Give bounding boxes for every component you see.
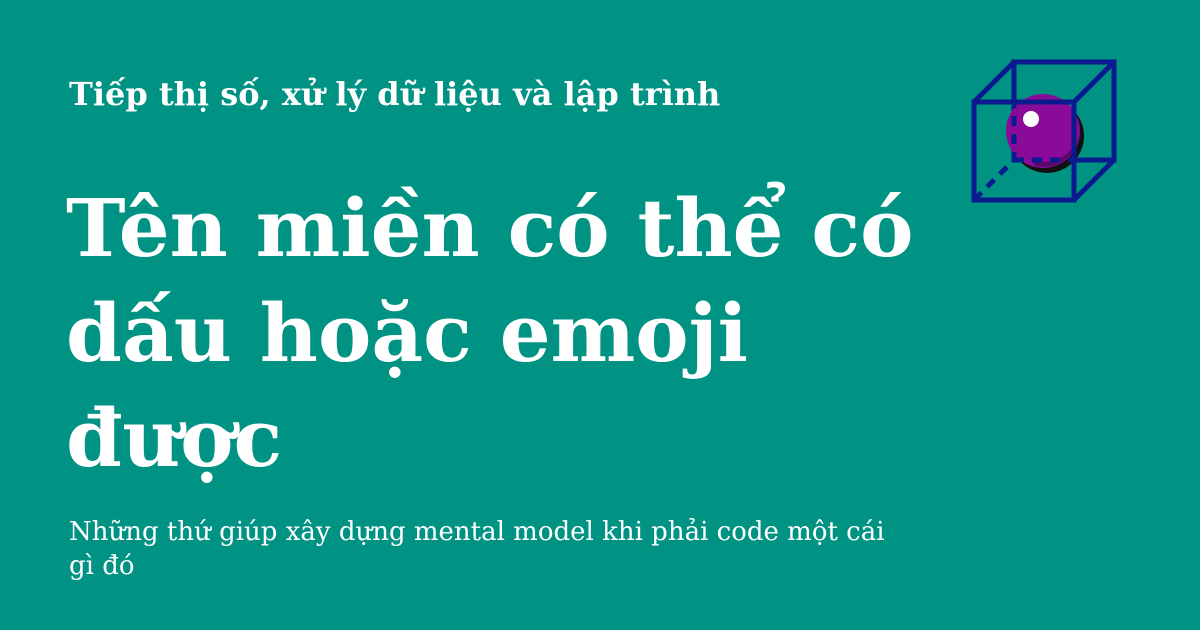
cube-with-sphere-icon: [971, 59, 1117, 203]
page-subtitle: Những thứ giúp xây dựng mental model khi…: [69, 517, 885, 581]
sphere: [1006, 94, 1080, 168]
site-tagline: Tiếp thị số, xử lý dữ liệu và lập trình: [69, 75, 721, 113]
sphere-highlight: [1023, 111, 1039, 127]
page-title: Tên miền có thể có dấu hoặc emoji được: [66, 181, 914, 485]
